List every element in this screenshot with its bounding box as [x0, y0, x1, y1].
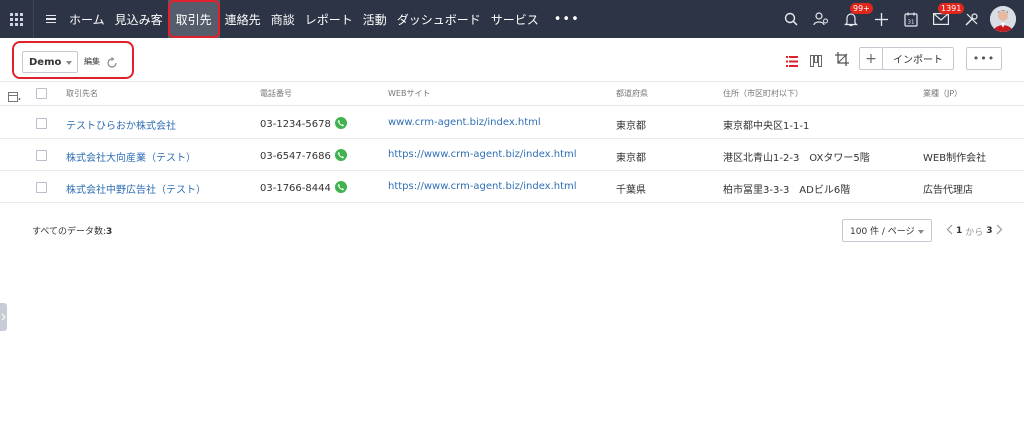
- tab-accounts[interactable]: 取引先: [167, 0, 220, 38]
- app-launcher-icon[interactable]: [0, 0, 34, 38]
- table-row[interactable]: テストひらおか株式会社 03-1234-5678 www.crm-agent.b…: [0, 107, 1024, 139]
- import-button[interactable]: インポート: [882, 47, 954, 70]
- column-settings-icon[interactable]: [8, 88, 21, 107]
- column-header-website[interactable]: WEBサイト: [388, 88, 430, 99]
- records-per-page-value: 100 件 / ページ: [850, 227, 915, 237]
- tab-reports[interactable]: レポート: [300, 0, 358, 38]
- more-tabs-button[interactable]: •••: [544, 0, 590, 38]
- pagination: 1 から 3: [946, 224, 1003, 238]
- chevron-right-icon[interactable]: [996, 224, 1003, 238]
- user-settings-icon[interactable]: [806, 0, 836, 38]
- tab-label: ダッシュボード: [396, 12, 481, 27]
- chevron-left-icon[interactable]: [946, 224, 953, 238]
- phone-number: 03-6547-7686: [260, 151, 331, 162]
- custom-view-dropdown[interactable]: Demo: [22, 51, 78, 73]
- tab-home[interactable]: ホーム: [64, 0, 110, 38]
- tab-activities[interactable]: 活動: [358, 0, 392, 38]
- row-checkbox[interactable]: [36, 182, 47, 193]
- phone-number: 03-1234-5678: [260, 119, 331, 130]
- tab-contacts[interactable]: 連絡先: [220, 0, 266, 38]
- tab-dashboards[interactable]: ダッシュボード: [392, 0, 486, 38]
- list-toolbar: Demo 編集 + インポート •••: [0, 38, 1024, 82]
- tab-label: 商談: [270, 12, 295, 27]
- mail-icon[interactable]: 1391: [926, 0, 965, 38]
- address-cell: 東京都中央区1-1-1: [723, 121, 810, 132]
- industry-cell: WEB制作会社: [923, 153, 987, 164]
- avatar[interactable]: [990, 6, 1016, 32]
- pager-start: 1: [956, 226, 963, 236]
- record-count: すべてのデータ数:3: [32, 224, 112, 237]
- side-panel-toggle[interactable]: [0, 303, 7, 331]
- tab-deals[interactable]: 商談: [266, 0, 300, 38]
- prefecture-cell: 東京都: [616, 153, 646, 164]
- account-name-link[interactable]: 株式会社大向産業（テスト）: [66, 149, 196, 164]
- tab-leads[interactable]: 見込み客: [110, 0, 168, 38]
- column-header-prefecture[interactable]: 都道府県: [616, 88, 648, 99]
- table-row[interactable]: 株式会社大向産業（テスト） 03-6547-7686 https://www.c…: [0, 139, 1024, 171]
- bell-icon[interactable]: 99+: [836, 0, 873, 38]
- chevron-down-icon: [66, 61, 72, 65]
- calendar-day: 31: [908, 19, 915, 25]
- header-actions: 99+ 31 1391: [776, 0, 1024, 38]
- row-checkbox[interactable]: [36, 118, 47, 129]
- add-button[interactable]: +: [859, 47, 883, 70]
- list-view-icon[interactable]: [786, 52, 798, 71]
- phone-cell: 03-1766-8444: [260, 181, 347, 194]
- plus-icon[interactable]: [866, 0, 896, 38]
- pager-end: 3: [986, 226, 993, 236]
- column-header-address[interactable]: 住所（市区町村以下）: [723, 88, 803, 99]
- tab-label: サービス: [490, 12, 539, 27]
- tools-icon[interactable]: [956, 0, 986, 38]
- menu-icon[interactable]: [38, 0, 64, 38]
- phone-call-icon[interactable]: [334, 149, 347, 161]
- module-tabs: ホーム 見込み客 取引先 連絡先 商談 レポート 活動 ダッシュボード サービス…: [64, 0, 590, 38]
- tab-label: 取引先: [175, 12, 212, 27]
- account-name-link[interactable]: 株式会社中野広告社（テスト）: [66, 181, 206, 196]
- crop-icon[interactable]: [834, 51, 850, 71]
- tab-label: レポート: [304, 12, 353, 27]
- phone-call-icon[interactable]: [334, 117, 347, 129]
- tab-services[interactable]: サービス: [486, 0, 544, 38]
- address-cell: 港区北青山1-2-3 OXタワー5階: [723, 153, 870, 164]
- select-all-checkbox[interactable]: [36, 88, 47, 99]
- calendar-icon[interactable]: 31: [896, 0, 926, 38]
- phone-cell: 03-1234-5678: [260, 117, 347, 130]
- refresh-icon[interactable]: [106, 54, 118, 73]
- phone-call-icon[interactable]: [334, 181, 347, 193]
- kanban-view-icon[interactable]: [810, 52, 822, 71]
- phone-cell: 03-6547-7686: [260, 149, 347, 162]
- phone-number: 03-1766-8444: [260, 183, 331, 194]
- website-link[interactable]: www.crm-agent.biz/index.html: [388, 117, 541, 128]
- records-per-page-dropdown[interactable]: 100 件 / ページ: [842, 219, 932, 242]
- industry-cell: 広告代理店: [923, 185, 973, 196]
- custom-view-name: Demo: [29, 56, 62, 68]
- tab-label: 活動: [362, 12, 387, 27]
- website-link[interactable]: https://www.crm-agent.biz/index.html: [388, 181, 577, 192]
- view-selector-highlight: Demo 編集: [12, 41, 134, 79]
- search-icon[interactable]: [776, 0, 806, 38]
- column-header-account-name[interactable]: 取引先名: [66, 88, 98, 99]
- row-checkbox[interactable]: [36, 150, 47, 161]
- pager-from: から: [965, 227, 984, 238]
- tab-label: 連絡先: [224, 12, 261, 27]
- column-header-phone[interactable]: 電話番号: [260, 88, 292, 99]
- prefecture-cell: 千葉県: [616, 185, 646, 196]
- chevron-down-icon: [918, 230, 924, 234]
- record-count-value: 3: [106, 227, 113, 237]
- account-name-link[interactable]: テストひらおか株式会社: [66, 117, 176, 132]
- tab-label: ホーム: [69, 12, 105, 27]
- prefecture-cell: 東京都: [616, 121, 646, 132]
- table-header: 取引先名 電話番号 WEBサイト 都道府県 住所（市区町村以下） 業種（JP）: [0, 82, 1024, 106]
- website-link[interactable]: https://www.crm-agent.biz/index.html: [388, 149, 577, 160]
- top-nav-bar: ホーム 見込み客 取引先 連絡先 商談 レポート 活動 ダッシュボード サービス…: [0, 0, 1024, 38]
- address-cell: 柏市冨里3-3-3 ADビル6階: [723, 185, 851, 196]
- record-count-label: すべてのデータ数:: [32, 227, 107, 237]
- column-header-industry[interactable]: 業種（JP）: [923, 88, 962, 99]
- table-row[interactable]: 株式会社中野広告社（テスト） 03-1766-8444 https://www.…: [0, 171, 1024, 203]
- more-actions-button[interactable]: •••: [966, 47, 1002, 70]
- tab-label: 見込み客: [114, 12, 163, 27]
- view-mode-switcher: [786, 51, 850, 71]
- edit-view-link[interactable]: 編集: [84, 56, 100, 67]
